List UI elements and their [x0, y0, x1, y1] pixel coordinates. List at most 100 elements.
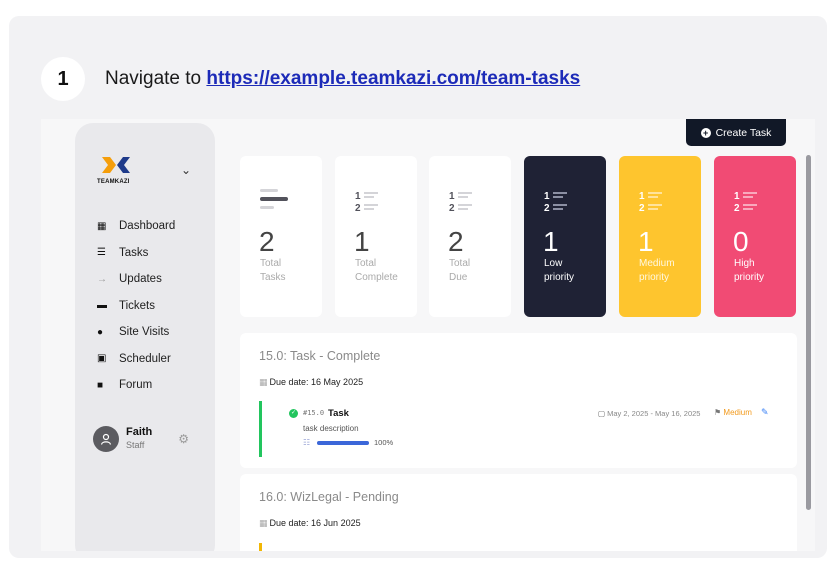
task-group-panel: 16.0: WizLegal - Pending ▦ Due date: 16 J… — [240, 474, 797, 551]
plus-circle-icon: + — [700, 127, 711, 138]
tutorial-frame: 1 Navigate to https://example.teamkazi.c… — [9, 16, 827, 558]
stat-value: 1 — [354, 226, 370, 257]
calendar-icon: ▢ — [598, 409, 606, 418]
sidebar-item-updates[interactable]: → Updates — [97, 266, 175, 293]
task-row[interactable]: ✓ #15.0 Task task description ☷ 100% ▢ Ma… — [259, 401, 779, 457]
flag-icon: ⚑ — [714, 408, 722, 417]
numbered-list-icon: 1 2 — [734, 191, 757, 213]
sidebar-item-label: Tasks — [119, 246, 149, 259]
stat-value: 1 — [638, 226, 654, 257]
stat-label: Low priority — [544, 257, 574, 285]
task-row-accent — [259, 543, 262, 551]
svg-text:2: 2 — [355, 203, 361, 213]
progress-label: 100% — [374, 438, 394, 447]
stat-label-line2: priority — [734, 272, 765, 283]
stat-label-line1: High — [734, 258, 755, 269]
due-date-text: Due date: 16 May 2025 — [269, 377, 364, 387]
stat-value: 1 — [543, 226, 559, 257]
stat-card-high-priority: 1 2 0 High priority — [714, 156, 796, 317]
sidebar-item-tasks[interactable]: ☰ Tasks — [97, 240, 175, 267]
priority-label: Medium — [723, 408, 752, 417]
stat-card-total-due: 1 2 2 Total Due — [429, 156, 511, 317]
numbered-list-icon: 1 2 — [355, 191, 378, 213]
stat-card-total-tasks: 2 Total Tasks — [240, 156, 322, 317]
step-instruction: Navigate to https://example.teamkazi.com… — [105, 68, 580, 90]
dashboard-icon: ▦ — [97, 220, 107, 232]
user-info: Faith Staff — [126, 427, 152, 451]
user-profile[interactable]: Faith Staff ⚙ — [93, 426, 189, 452]
user-icon — [100, 433, 112, 445]
due-date: ▦ Due date: 16 Jun 2025 — [259, 518, 361, 529]
svg-text:1: 1 — [639, 191, 645, 202]
task-group-title[interactable]: 16.0: WizLegal - Pending — [259, 490, 399, 504]
task-description: task description — [303, 424, 359, 433]
task-dates-text: May 2, 2025 - May 16, 2025 — [607, 409, 701, 418]
stat-label: Medium priority — [639, 257, 675, 285]
task-group-title[interactable]: 15.0: Task - Complete — [259, 349, 380, 363]
stat-card-total-complete: 1 2 1 Total Complete — [335, 156, 417, 317]
chevron-down-icon[interactable]: ⌄ — [181, 163, 191, 177]
sidebar-item-forum[interactable]: ■ Forum — [97, 372, 175, 399]
stat-card-medium-priority: 1 2 1 Medium priority — [619, 156, 701, 317]
svg-text:1: 1 — [449, 191, 455, 202]
progress-bar — [317, 441, 369, 445]
task-name[interactable]: Task — [328, 408, 349, 419]
sidebar-item-scheduler[interactable]: ▣ Scheduler — [97, 346, 175, 373]
stat-label-line2: priority — [639, 272, 670, 283]
stat-label: Total Due — [449, 257, 470, 285]
stat-label-line1: Total — [355, 258, 377, 269]
stat-label-line2: priority — [544, 272, 575, 283]
stat-value: 2 — [259, 226, 275, 257]
check-circle-icon: ✓ — [289, 409, 298, 418]
sidebar-item-label: Forum — [119, 379, 153, 392]
due-date-text: Due date: 16 Jun 2025 — [269, 518, 361, 528]
numbered-list-icon: 1 2 — [544, 191, 567, 213]
create-task-button[interactable]: + Create Task — [686, 119, 786, 146]
task-code: #15.0 — [303, 409, 325, 417]
svg-text:1: 1 — [544, 191, 550, 202]
scrollbar[interactable] — [806, 155, 811, 510]
step-link[interactable]: https://example.teamkazi.com/team-tasks — [206, 68, 580, 89]
numbered-list-icon: 1 2 — [639, 191, 662, 213]
avatar — [93, 426, 119, 452]
svg-text:2: 2 — [734, 203, 740, 213]
progress-bar-fill — [317, 441, 369, 445]
app-screenshot: TEAMKAZI ⌄ ▦ Dashboard ☰ Tasks → Updates… — [41, 119, 815, 551]
tickets-icon: ▬ — [97, 300, 107, 312]
user-name: Faith — [126, 426, 153, 438]
user-role: Staff — [126, 440, 145, 450]
stat-label: High priority — [734, 257, 764, 285]
sidebar-item-tickets[interactable]: ▬ Tickets — [97, 293, 175, 320]
calendar-icon: ▦ — [259, 377, 268, 387]
create-task-label: Create Task — [715, 126, 772, 139]
sidebar-item-label: Dashboard — [119, 220, 176, 233]
stat-label-line2: Complete — [355, 272, 398, 283]
sidebar-item-label: Updates — [119, 273, 162, 286]
stat-label: Total Tasks — [260, 257, 286, 285]
gear-icon[interactable]: ⚙ — [178, 432, 189, 446]
priority-badge: ⚑ Medium — [714, 408, 752, 417]
svg-text:1: 1 — [734, 191, 740, 202]
tasks-icon: ☰ — [97, 247, 106, 259]
sidebar: TEAMKAZI ⌄ ▦ Dashboard ☰ Tasks → Updates… — [75, 123, 215, 551]
chat-icon: ■ — [97, 379, 104, 391]
step-number-badge: 1 — [41, 57, 85, 101]
stat-label-line2: Tasks — [260, 272, 286, 283]
numbered-list-icon: 1 2 — [449, 191, 472, 213]
stat-label-line1: Low — [544, 258, 563, 269]
stat-value: 2 — [448, 226, 464, 257]
due-date: ▦ Due date: 16 May 2025 — [259, 377, 363, 388]
sidebar-nav: ▦ Dashboard ☰ Tasks → Updates ▬ Tickets … — [97, 213, 175, 399]
sidebar-item-label: Scheduler — [119, 352, 171, 365]
task-dates: ▢ May 2, 2025 - May 16, 2025 — [598, 409, 700, 418]
stat-label-line2: Due — [449, 272, 468, 283]
svg-text:2: 2 — [544, 203, 550, 213]
logo-text: TEAMKAZI — [97, 179, 130, 185]
sidebar-item-site-visits[interactable]: ● Site Visits — [97, 319, 175, 346]
sidebar-item-label: Tickets — [119, 299, 155, 312]
stat-label-line1: Total — [260, 258, 282, 269]
sidebar-item-dashboard[interactable]: ▦ Dashboard — [97, 213, 175, 240]
edit-icon[interactable]: ✎ — [761, 407, 769, 418]
stat-value: 0 — [733, 226, 749, 257]
stat-label-line1: Total — [449, 258, 471, 269]
